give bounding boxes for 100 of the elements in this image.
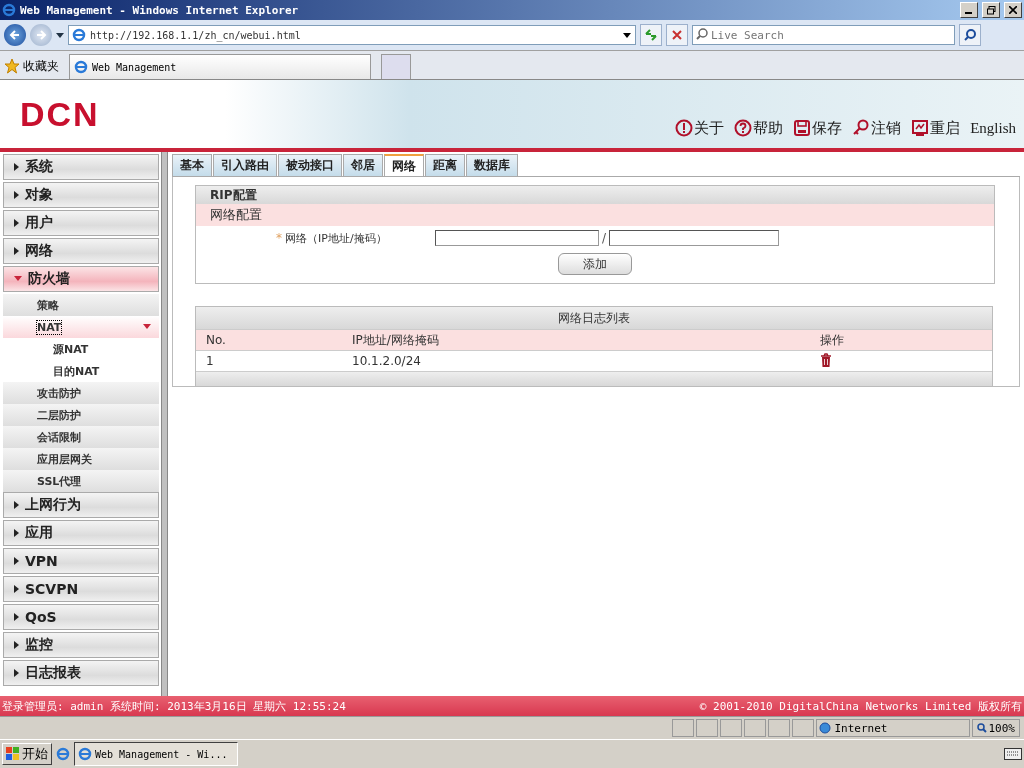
mask-field[interactable] bbox=[609, 230, 780, 246]
table-title: 网络日志列表 bbox=[196, 307, 992, 329]
sidebar-subitem[interactable]: SSL代理 bbox=[3, 470, 159, 492]
separator: / bbox=[602, 231, 607, 245]
minimize-button[interactable] bbox=[960, 2, 978, 18]
sidebar-subitem[interactable]: 攻击防护 bbox=[3, 382, 159, 404]
table-cell-text: 1 bbox=[205, 354, 215, 368]
forward-arrow-icon bbox=[35, 29, 47, 41]
browser-tab[interactable]: Web Management bbox=[69, 54, 371, 79]
ie-icon bbox=[72, 28, 86, 42]
header-link[interactable]: 保存 bbox=[793, 118, 843, 138]
collapsed-triangle-icon bbox=[14, 557, 19, 565]
address-field[interactable]: http://192.168.1.1/zh_cn/webui.html bbox=[68, 25, 636, 45]
key-icon bbox=[852, 119, 871, 137]
tab[interactable]: 引入路由 bbox=[213, 154, 277, 176]
start-button[interactable]: 开始 bbox=[2, 743, 52, 765]
sidebar-item[interactable]: SCVPN bbox=[3, 576, 159, 602]
sidebar-item[interactable]: 监控 bbox=[3, 632, 159, 658]
sidebar-subitem[interactable]: NAT bbox=[3, 316, 159, 338]
close-button[interactable] bbox=[1004, 2, 1022, 18]
restore-button[interactable] bbox=[982, 2, 1000, 18]
panel-title: RIP配置 bbox=[196, 186, 994, 204]
header-link[interactable]: 重启 bbox=[911, 118, 961, 138]
table-cell-text: 10.1.2.0/24 bbox=[351, 354, 422, 368]
search-field[interactable]: Live Search bbox=[692, 25, 955, 45]
sidebar-subitem[interactable]: 二层防护 bbox=[3, 404, 159, 426]
sidebar-item[interactable]: 防火墙 bbox=[3, 266, 159, 292]
magnifier-icon bbox=[976, 723, 987, 733]
sidebar-item[interactable]: 系统 bbox=[3, 154, 159, 180]
back-button[interactable] bbox=[4, 24, 26, 46]
language-link[interactable]: English bbox=[970, 119, 1016, 137]
dropdown-caret-icon[interactable] bbox=[622, 30, 632, 40]
zoom-control[interactable]: 100% bbox=[971, 719, 1020, 737]
search-icon bbox=[696, 28, 708, 40]
section-title: 网络配置 bbox=[196, 204, 994, 226]
expanded-triangle-icon bbox=[143, 324, 151, 330]
close-icon bbox=[1009, 6, 1017, 14]
collapsed-triangle-icon bbox=[14, 501, 19, 509]
ie-icon bbox=[2, 3, 16, 17]
sidebar-subitem[interactable]: 会话限制 bbox=[3, 426, 159, 448]
column-header: No. bbox=[205, 333, 227, 347]
search-button[interactable] bbox=[959, 24, 981, 46]
header-link[interactable]: 注销 bbox=[852, 118, 902, 138]
collapsed-triangle-icon bbox=[14, 613, 19, 621]
sidebar-item[interactable]: 对象 bbox=[3, 182, 159, 208]
ie-icon bbox=[78, 747, 92, 761]
windows-logo-icon bbox=[6, 747, 20, 761]
monitor-icon bbox=[911, 119, 930, 137]
search-icon bbox=[964, 29, 976, 41]
sidebar-item[interactable]: 上网行为 bbox=[3, 492, 159, 518]
column-header: 操作 bbox=[819, 331, 845, 349]
expanded-triangle-icon bbox=[14, 276, 22, 282]
field-label: 网络（IP地址/掩码） bbox=[285, 230, 388, 246]
collapsed-triangle-icon bbox=[14, 669, 19, 677]
sidebar-item[interactable]: 用户 bbox=[3, 210, 159, 236]
ip-address-field[interactable] bbox=[435, 230, 599, 246]
favorites-button[interactable]: 收藏夹 bbox=[4, 53, 59, 79]
tab[interactable]: 数据库 bbox=[466, 154, 518, 176]
dropdown-caret-icon[interactable] bbox=[56, 32, 64, 38]
back-arrow-icon bbox=[9, 29, 21, 41]
ie-icon bbox=[56, 747, 70, 761]
sidebar-item[interactable]: VPN bbox=[3, 548, 159, 574]
collapsed-triangle-icon bbox=[14, 163, 19, 171]
tab[interactable]: 被动接口 bbox=[278, 154, 342, 176]
tab[interactable]: 网络 bbox=[384, 154, 424, 176]
collapsed-triangle-icon bbox=[14, 247, 19, 255]
window-title: Web Management - Windows Internet Explorer bbox=[20, 3, 299, 17]
required-mark: * bbox=[276, 231, 282, 245]
trash-icon[interactable] bbox=[820, 352, 832, 367]
sidebar-subitem[interactable]: 策略 bbox=[3, 294, 159, 316]
login-info: 登录管理员: admin 系统时间: 2013年3月16日 星期六 12:55:24 bbox=[2, 698, 346, 714]
refresh-icon bbox=[644, 28, 658, 42]
column-header: IP地址/网络掩码 bbox=[351, 331, 440, 349]
refresh-button[interactable] bbox=[640, 24, 662, 46]
collapsed-triangle-icon bbox=[14, 585, 19, 593]
stop-icon bbox=[672, 30, 682, 40]
tab[interactable]: 距离 bbox=[425, 154, 465, 176]
sidebar-item[interactable]: 日志报表 bbox=[3, 660, 159, 686]
ie-icon bbox=[74, 60, 88, 74]
tab[interactable]: 基本 bbox=[172, 154, 212, 176]
collapsed-triangle-icon bbox=[14, 191, 19, 199]
globe-icon bbox=[818, 722, 831, 734]
collapsed-triangle-icon bbox=[14, 219, 19, 227]
sidebar-item[interactable]: 网络 bbox=[3, 238, 159, 264]
collapsed-triangle-icon bbox=[14, 529, 19, 537]
tab[interactable]: 邻居 bbox=[343, 154, 383, 176]
stop-button[interactable] bbox=[666, 24, 688, 46]
add-button[interactable]: 添加 bbox=[558, 253, 632, 275]
logo: DCN bbox=[20, 94, 100, 134]
sidebar-subitem[interactable]: 应用层网关 bbox=[3, 448, 159, 470]
header-link[interactable]: 关于 bbox=[675, 118, 725, 138]
sidebar-item[interactable]: QoS bbox=[3, 604, 159, 630]
taskbar-button[interactable]: Web Management - Wi... bbox=[74, 742, 238, 766]
sidebar-item[interactable]: 应用 bbox=[3, 520, 159, 546]
save-icon bbox=[793, 119, 812, 137]
restore-icon bbox=[986, 5, 996, 15]
copyright: © 2001-2010 DigitalChina Networks Limited 版权所有 bbox=[699, 698, 1022, 714]
keyboard-icon[interactable] bbox=[1004, 748, 1022, 760]
collapsed-triangle-icon bbox=[14, 641, 19, 649]
header-link[interactable]: 帮助 bbox=[734, 118, 784, 138]
